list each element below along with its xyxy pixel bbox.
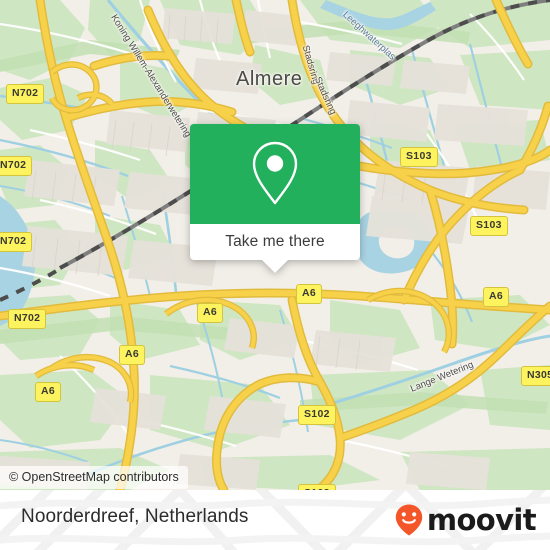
place-label-almere: Almere — [236, 68, 303, 90]
take-me-there-label: Take me there — [225, 233, 325, 250]
moovit-wordmark: moovit — [426, 502, 537, 537]
callout-pin-panel — [190, 124, 360, 224]
road-shield-n702-2[interactable]: N702 — [0, 156, 33, 176]
moovit-map-share-card: Almere Koning Willem-Alexanderwetering L… — [0, 0, 550, 550]
road-shield-a6-5[interactable]: A6 — [483, 287, 510, 307]
moovit-brand[interactable]: moovit — [393, 502, 537, 537]
callout-action-panel[interactable]: Take me there — [190, 224, 360, 273]
location-title: Noorderdreef, Netherlands — [21, 506, 249, 527]
road-shield-n702-3[interactable]: N702 — [0, 232, 33, 252]
road-shield-a6-3[interactable]: A6 — [197, 303, 224, 323]
road-shield-n305[interactable]: N305 — [521, 366, 550, 386]
road-shield-a6-2[interactable]: A6 — [119, 345, 146, 365]
road-shield-a6-4[interactable]: A6 — [296, 284, 323, 304]
map-canvas[interactable]: Almere Koning Willem-Alexanderwetering L… — [0, 0, 550, 490]
road-shield-a6-1[interactable]: A6 — [35, 382, 62, 402]
osm-attribution[interactable]: © OpenStreetMap contributors — [0, 466, 188, 489]
footer-bar: Noorderdreef, Netherlands moovit — [0, 490, 550, 550]
callout-tail — [262, 260, 288, 273]
road-shield-s103-1[interactable]: S103 — [400, 147, 438, 167]
road-shield-n702-1[interactable]: N702 — [6, 84, 45, 104]
road-shield-s102-1[interactable]: S102 — [298, 405, 336, 425]
road-shield-s103-2[interactable]: S103 — [470, 216, 508, 236]
road-shield-n702-4[interactable]: N702 — [8, 309, 47, 329]
location-callout-card[interactable]: Take me there — [190, 124, 360, 273]
location-pin-icon — [252, 141, 298, 205]
moovit-smiley-pin-icon — [395, 504, 423, 536]
